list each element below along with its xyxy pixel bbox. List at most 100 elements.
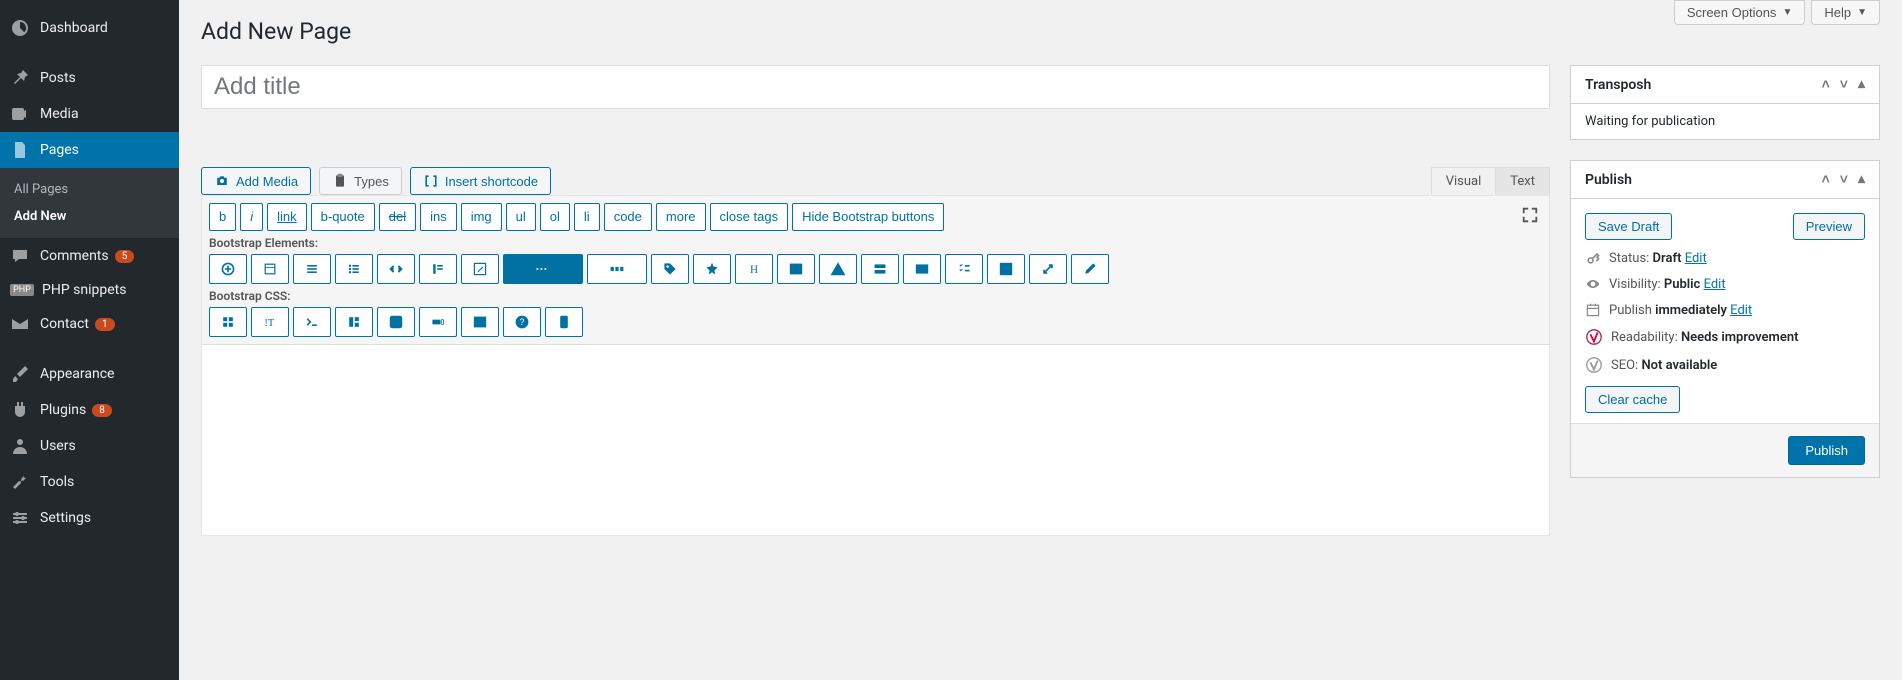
bs-columns-icon[interactable] (587, 254, 647, 284)
camera-icon (214, 173, 230, 189)
css-image-icon[interactable] (461, 307, 499, 337)
edit-status-link[interactable]: Edit (1685, 251, 1707, 266)
sidebar-item-settings[interactable]: Settings (0, 500, 179, 536)
svg-text:?: ? (520, 317, 525, 327)
bs-quote-icon[interactable] (419, 254, 457, 284)
submenu-add-new[interactable]: Add New (0, 203, 179, 230)
publish-button[interactable]: Publish (1788, 436, 1865, 465)
screen-options-button[interactable]: Screen Options▼ (1674, 0, 1806, 25)
qt-del[interactable]: del (379, 203, 416, 231)
visibility-row: Visibility: Public Edit (1585, 276, 1865, 292)
toggle-icon[interactable]: ▴ (1858, 171, 1865, 188)
edit-visibility-link[interactable]: Edit (1704, 277, 1726, 292)
settings-icon (10, 508, 30, 528)
qt-li[interactable]: li (574, 203, 600, 231)
bs-heading-icon[interactable]: H (735, 254, 773, 284)
sidebar-item-pages[interactable]: Pages (0, 132, 179, 168)
key-icon (1585, 250, 1601, 266)
css-layout-icon[interactable] (335, 307, 373, 337)
bs-plus-icon[interactable] (209, 254, 247, 284)
bs-image-icon[interactable] (777, 254, 815, 284)
bs-code-icon[interactable] (377, 254, 415, 284)
bs-list-icon[interactable] (293, 254, 331, 284)
qt-close-tags[interactable]: close tags (710, 203, 789, 231)
move-up-icon[interactable]: ˄ (1822, 76, 1830, 93)
sidebar-item-users[interactable]: Users (0, 428, 179, 464)
svg-text:!T: !T (264, 318, 274, 329)
save-draft-button[interactable]: Save Draft (1585, 213, 1672, 240)
qt-bold[interactable]: b (209, 203, 236, 231)
brackets-icon (423, 173, 439, 189)
publish-header[interactable]: Publish ˄ ˅ ▴ (1571, 161, 1879, 199)
sidebar-item-tools[interactable]: Tools (0, 464, 179, 500)
bs-compose-icon[interactable] (987, 254, 1025, 284)
qt-more[interactable]: more (656, 203, 706, 231)
bs-warning-icon[interactable] (819, 254, 857, 284)
edit-schedule-link[interactable]: Edit (1730, 303, 1752, 318)
move-down-icon[interactable]: ˅ (1840, 171, 1848, 188)
bs-tag-icon[interactable] (651, 254, 689, 284)
css-button-icon[interactable] (419, 307, 457, 337)
sidebar-item-php-snippets[interactable]: PHP PHP snippets (0, 274, 179, 306)
tab-visual[interactable]: Visual (1432, 168, 1496, 195)
qt-ul[interactable]: ul (506, 203, 536, 231)
add-media-button[interactable]: Add Media (201, 167, 311, 195)
css-mobile-icon[interactable] (545, 307, 583, 337)
main-content: Screen Options▼ Help▼ Add New Page Add M… (179, 0, 1902, 680)
admin-sidebar: Dashboard Posts Media Pages All Pages Ad… (0, 0, 179, 680)
clear-cache-button[interactable]: Clear cache (1585, 386, 1680, 413)
qt-code[interactable]: code (604, 203, 652, 231)
sidebar-item-dashboard[interactable]: Dashboard (0, 10, 179, 46)
editor-tab-switch: Visual Text (1431, 167, 1550, 195)
sidebar-label: Pages (40, 142, 79, 158)
css-terminal-icon[interactable] (293, 307, 331, 337)
editor-textarea[interactable] (202, 345, 1549, 535)
help-button[interactable]: Help▼ (1811, 0, 1880, 25)
bs-elements-label: Bootstrap Elements: (209, 236, 1542, 250)
sidebar-label: Comments (40, 248, 109, 264)
insert-shortcode-button[interactable]: Insert shortcode (410, 167, 551, 195)
move-down-icon[interactable]: ˅ (1840, 76, 1848, 93)
yoast-seo-icon (1585, 356, 1603, 374)
bs-edit-icon[interactable] (461, 254, 499, 284)
css-grid-icon[interactable] (209, 307, 247, 337)
types-button[interactable]: Types (319, 167, 402, 195)
bs-video-icon[interactable] (903, 254, 941, 284)
bs-arrows-icon[interactable] (503, 254, 583, 284)
qt-link[interactable]: link (267, 203, 307, 231)
bs-checklist-icon[interactable] (945, 254, 983, 284)
move-up-icon[interactable]: ˄ (1822, 171, 1830, 188)
sidebar-label: Tools (40, 474, 74, 490)
fullscreen-icon[interactable] (1521, 206, 1539, 228)
css-check-icon[interactable] (377, 307, 415, 337)
sidebar-item-plugins[interactable]: Plugins 8 (0, 392, 179, 428)
bs-panel-icon[interactable] (251, 254, 289, 284)
sidebar-item-contact[interactable]: Contact 1 (0, 306, 179, 342)
css-text-icon[interactable]: !T (251, 307, 289, 337)
qt-ol[interactable]: ol (540, 203, 570, 231)
toggle-icon[interactable]: ▴ (1858, 76, 1865, 93)
qt-ins[interactable]: ins (420, 203, 457, 231)
bs-rows-icon[interactable] (861, 254, 899, 284)
title-input[interactable] (201, 65, 1550, 109)
pin-icon (10, 68, 30, 88)
bs-star-icon[interactable] (693, 254, 731, 284)
bs-bullets-icon[interactable] (335, 254, 373, 284)
css-help-icon[interactable]: ? (503, 307, 541, 337)
submenu-all-pages[interactable]: All Pages (0, 176, 179, 203)
transposh-header[interactable]: Transposh ˄ ˅ ▴ (1571, 66, 1879, 104)
qt-bquote[interactable]: b-quote (311, 203, 375, 231)
tab-text[interactable]: Text (1495, 168, 1549, 195)
preview-button[interactable]: Preview (1793, 213, 1865, 240)
sidebar-item-posts[interactable]: Posts (0, 60, 179, 96)
qt-hide-bootstrap[interactable]: Hide Bootstrap buttons (792, 203, 944, 231)
publish-metabox: Publish ˄ ˅ ▴ Save Draft Preview (1570, 160, 1880, 478)
qt-italic[interactable]: i (240, 203, 263, 231)
sidebar-item-media[interactable]: Media (0, 96, 179, 132)
bs-pencil-icon[interactable] (1071, 254, 1109, 284)
sidebar-item-comments[interactable]: Comments 5 (0, 238, 179, 274)
sidebar-item-appearance[interactable]: Appearance (0, 356, 179, 392)
qt-img[interactable]: img (461, 203, 502, 231)
bs-expand-icon[interactable] (1029, 254, 1067, 284)
user-icon (10, 436, 30, 456)
